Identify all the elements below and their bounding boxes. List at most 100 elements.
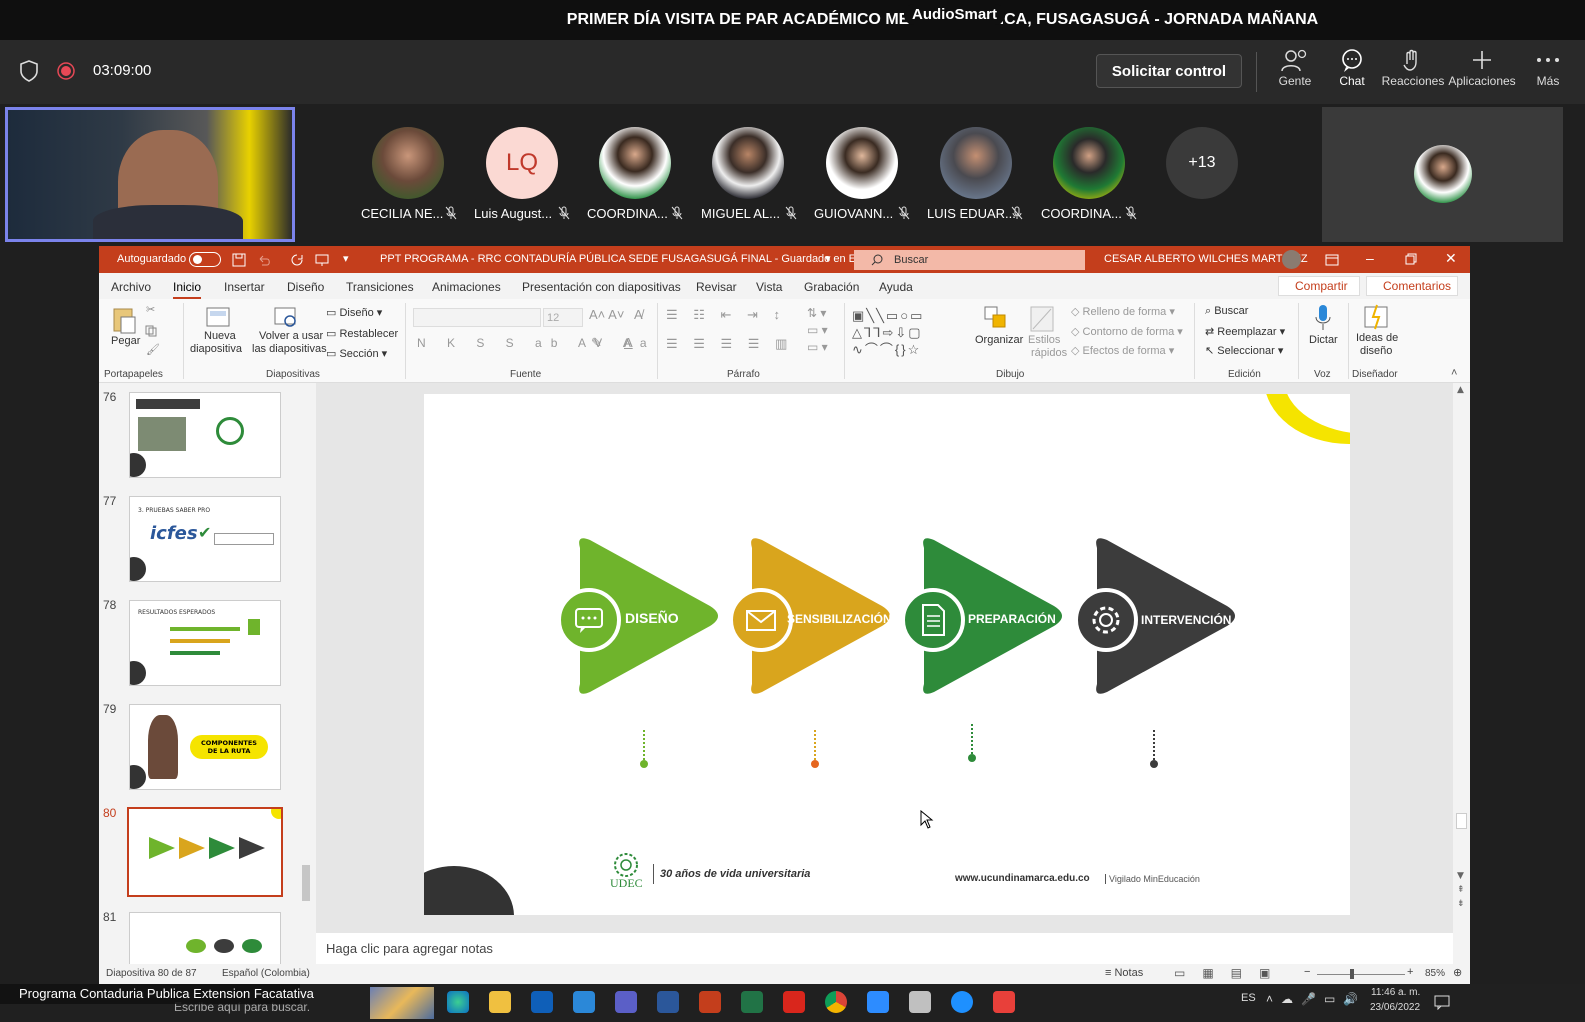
shapes-gallery[interactable]: ▣╲╲▭○▭ △⅂⅂⇨⇩▢ ∿⌒⌒{}☆ [852, 307, 968, 359]
scroll-up-icon[interactable]: ▲ [1457, 385, 1464, 395]
notifications-icon[interactable] [1434, 994, 1450, 1010]
design-ideas-button-line2[interactable]: diseño [1360, 345, 1392, 357]
fit-slide-icon[interactable]: ⊕ [1453, 966, 1462, 979]
scrollbar-thumb[interactable] [1456, 813, 1467, 829]
view-buttons[interactable]: ▭▦▤▣ [1174, 966, 1287, 980]
chrome-icon[interactable] [825, 991, 847, 1013]
zoom-in-icon[interactable]: + [1407, 966, 1413, 978]
font-style-buttons[interactable]: N K S S ab AV Aa [417, 336, 656, 350]
current-slide[interactable]: DISEÑO SENSIBILIZACIÓN PREPARACIÓN INTER… [424, 394, 1350, 915]
avatar[interactable] [826, 127, 898, 199]
select-button[interactable]: ↖ Seleccionar ▾ [1205, 344, 1283, 357]
user-avatar[interactable] [1282, 250, 1301, 269]
avatar[interactable] [712, 127, 784, 199]
new-slide-button[interactable]: Nueva [204, 330, 236, 342]
tab-presentacion[interactable]: Presentación con diapositivas [522, 280, 681, 294]
highlight-icon[interactable]: ✎ [591, 335, 602, 351]
ribbon-display-icon[interactable] [1325, 253, 1339, 267]
clock-date[interactable]: 23/06/2022 [1370, 1002, 1420, 1013]
avatar[interactable] [940, 127, 1012, 199]
request-control-button[interactable]: Solicitar control [1096, 54, 1242, 88]
title-dropdown-icon[interactable]: ▾ [825, 252, 831, 265]
search-highlight-image[interactable] [370, 987, 434, 1019]
more-participants-badge[interactable]: +13 [1166, 127, 1238, 199]
thumbnail-slide-78[interactable]: RESULTADOS ESPERADOS [129, 600, 281, 686]
tab-transiciones[interactable]: Transiciones [346, 280, 414, 294]
apps-button[interactable]: Aplicaciones [1447, 46, 1517, 100]
shape-outline-button[interactable]: ◇ Contorno de forma ▾ [1071, 325, 1183, 338]
font-grow-icon[interactable]: A˄ A˅ [589, 307, 624, 322]
thumbnail-slide-81[interactable] [129, 912, 281, 966]
new-slide-button-line2[interactable]: diapositiva [190, 343, 242, 355]
thumbnail-slide-79[interactable]: COMPONENTES DE LA RUTA [129, 704, 281, 790]
zoom-slider[interactable] [1317, 974, 1405, 975]
next-slide-icon[interactable]: ⇟ [1457, 899, 1465, 909]
tab-animaciones[interactable]: Animaciones [432, 280, 501, 294]
text-direction-buttons[interactable]: ⇅ ▾ ▭ ▾ ▭ ▾ [807, 305, 828, 356]
word-icon[interactable] [657, 991, 679, 1013]
tab-insertar[interactable]: Insertar [224, 280, 265, 294]
language-indicator[interactable]: Español (Colombia) [222, 968, 310, 979]
thumbnail-scrollbar[interactable] [299, 383, 313, 966]
file-explorer-icon[interactable] [489, 991, 511, 1013]
arrange-button[interactable]: Organizar [975, 334, 1023, 346]
notes-toggle[interactable]: ≡ Notas [1105, 967, 1143, 979]
reactions-button[interactable]: Reacciones [1378, 46, 1448, 100]
quick-styles-button-line2[interactable]: rápidos [1031, 347, 1067, 359]
restore-icon[interactable] [1405, 253, 1417, 265]
thumbnail-slide-76[interactable] [129, 392, 281, 478]
collapse-ribbon-icon[interactable]: ˄ [1451, 367, 1457, 379]
self-view-tile[interactable] [1322, 107, 1563, 242]
tab-archivo[interactable]: Archivo [111, 280, 151, 294]
font-name-select[interactable] [413, 308, 541, 327]
dictate-button[interactable]: Dictar [1309, 334, 1338, 346]
tab-revisar[interactable]: Revisar [696, 280, 737, 294]
autosave-toggle[interactable] [189, 252, 221, 267]
tab-ayuda[interactable]: Ayuda [879, 280, 913, 294]
quick-styles-button[interactable]: Estilos [1028, 334, 1060, 346]
chat-button[interactable]: Chat [1317, 46, 1387, 100]
paste-button[interactable]: Pegar [111, 335, 140, 347]
mail-icon[interactable] [573, 991, 595, 1013]
slide-scrollbar[interactable]: ▲ ▼ ⇞ ⇟ [1454, 383, 1470, 933]
excel-icon[interactable] [741, 991, 763, 1013]
present-icon[interactable] [315, 253, 329, 267]
copy-icon[interactable] [145, 325, 157, 337]
app-icon[interactable] [909, 991, 931, 1013]
list-buttons[interactable]: ☰ ☷ ⇤ ⇥ ↕ [666, 307, 786, 323]
clock-time[interactable]: 11:46 a. m. [1371, 987, 1420, 998]
undo-icon[interactable] [257, 253, 271, 267]
scrollbar-thumb[interactable] [302, 865, 310, 901]
format-painter-icon[interactable]: 🖌 [146, 343, 160, 356]
reuse-slides-button[interactable]: Volver a usar [259, 330, 323, 342]
avatar[interactable] [1053, 127, 1125, 199]
redo-icon[interactable] [290, 253, 304, 267]
notes-pane[interactable]: Haga clic para agregar notas [316, 933, 1453, 964]
qat-dropdown-icon[interactable]: ▾ [343, 252, 349, 265]
avatar[interactable] [599, 127, 671, 199]
section-button[interactable]: ▭ Sección ▾ [326, 347, 387, 360]
font-color-icon[interactable]: A [624, 335, 633, 350]
zoom-slider-thumb[interactable] [1350, 969, 1354, 979]
layout-button[interactable]: ▭ Diseño ▾ [326, 306, 382, 319]
presenter-video[interactable] [5, 107, 295, 242]
zoom-out-icon[interactable]: − [1304, 966, 1310, 978]
zoom-icon[interactable] [867, 991, 889, 1013]
teamviewer-icon[interactable] [951, 991, 973, 1013]
scroll-down-icon[interactable]: ▼ [1457, 871, 1464, 881]
tray-icons[interactable]: ˄☁🎤▭🔊 [1266, 992, 1366, 1006]
thumbnail-slide-77[interactable]: 3. PRUEBAS SABER PRO icfes ✔ [129, 496, 281, 582]
avatar-initials[interactable]: LQ [486, 127, 558, 199]
reuse-slides-button-line2[interactable]: las diapositivas [252, 343, 327, 355]
more-button[interactable]: Más [1513, 46, 1583, 100]
teams-icon[interactable] [615, 991, 637, 1013]
font-size-select[interactable]: 12 [543, 308, 583, 327]
previous-slide-icon[interactable]: ⇞ [1457, 885, 1465, 895]
zoom-level[interactable]: 85% [1425, 968, 1445, 979]
minimize-icon[interactable]: – [1366, 250, 1374, 266]
ppt-search-box[interactable]: Buscar [854, 250, 1085, 270]
reset-button[interactable]: ▭ Restablecer [326, 327, 398, 340]
tab-diseno[interactable]: Diseño [287, 280, 324, 294]
powerpoint-icon[interactable] [699, 991, 721, 1013]
cut-icon[interactable]: ✂ [146, 303, 155, 316]
